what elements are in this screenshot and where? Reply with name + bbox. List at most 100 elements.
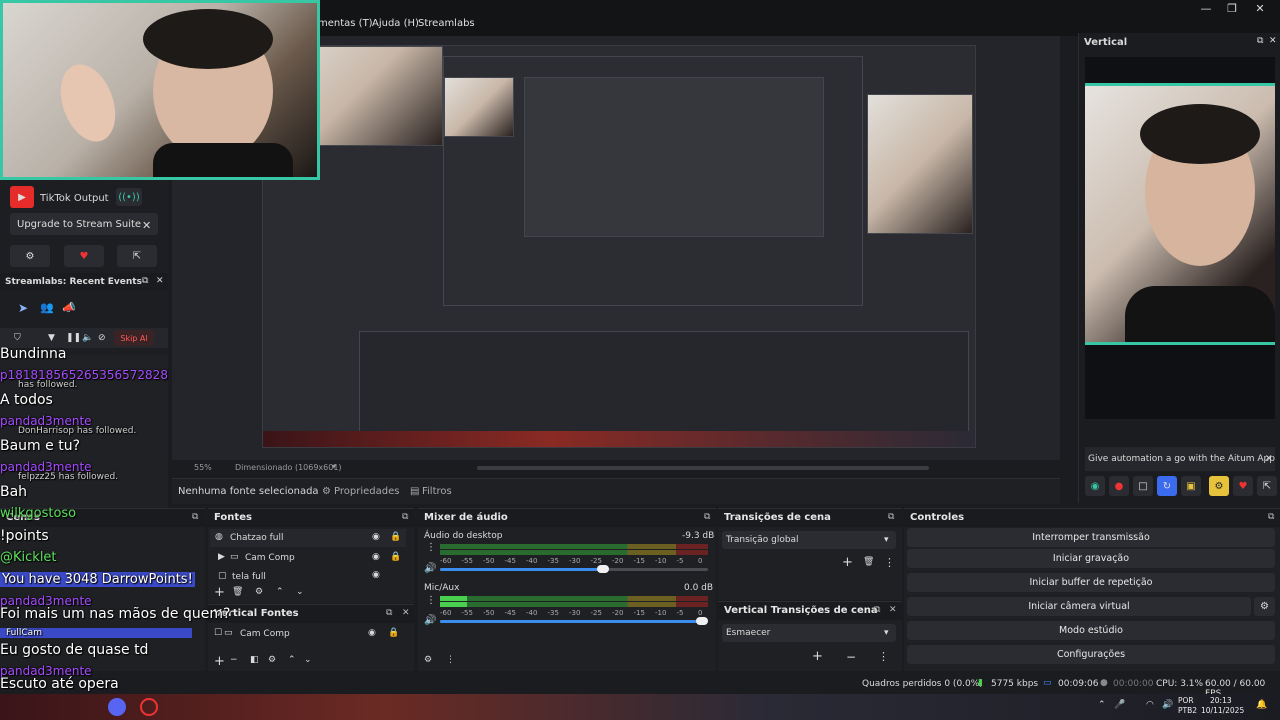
tray-arrow-icon[interactable]: ⌃ <box>1098 700 1106 710</box>
close-icon[interactable]: ✕ <box>1269 36 1277 46</box>
remove-icon[interactable]: − <box>230 655 238 665</box>
float-icon[interactable]: ⧉ <box>704 512 710 522</box>
add-icon[interactable]: + <box>214 654 225 669</box>
stop-icon[interactable]: □ <box>1133 476 1153 496</box>
add-icon[interactable]: + <box>812 649 823 664</box>
popout-icon[interactable]: ⇱ <box>1257 476 1277 496</box>
filters-button[interactable]: Filtros <box>422 486 452 497</box>
kebab-icon[interactable]: ⋮ <box>884 556 895 569</box>
up-icon[interactable]: ⌃ <box>288 655 296 665</box>
kebab-icon[interactable]: ⋮ <box>426 595 436 606</box>
trash-icon[interactable]: 🗑 <box>232 587 243 597</box>
float-icon[interactable]: ⧉ <box>1257 36 1263 46</box>
scaled-label[interactable]: Dimensionado (1069x601) <box>235 463 342 472</box>
gear-icon[interactable]: ⚙ <box>1254 597 1275 616</box>
lock-icon[interactable]: 🔒 <box>388 628 399 638</box>
wifi-icon[interactable]: ◠ <box>1146 700 1154 710</box>
settings-icon[interactable]: ⚙ <box>10 245 50 267</box>
horizontal-scrollbar[interactable] <box>477 466 929 470</box>
close-icon[interactable]: ✕ <box>402 608 410 618</box>
close-dock-icon[interactable]: ✕ <box>156 276 164 286</box>
record-icon[interactable]: ● <box>1109 476 1129 496</box>
clock-date[interactable]: 10/11/2025 <box>1201 706 1244 715</box>
source-row[interactable]: ☐ ▭ Cam Comp ◉ 🔒 <box>210 625 406 643</box>
mixer-settings-icon[interactable]: ⚙ <box>424 655 432 665</box>
notification-icon[interactable]: 🔔 <box>1256 700 1267 710</box>
float-icon[interactable]: ⧉ <box>888 512 894 522</box>
start-replay-buffer-button[interactable]: Iniciar buffer de repetição <box>907 573 1275 592</box>
megaphone-icon[interactable]: 📣 <box>62 301 76 314</box>
broadcast-icon[interactable]: ((•)) <box>116 188 142 206</box>
popout-icon[interactable]: ⇱ <box>117 245 157 267</box>
gear-icon[interactable]: ⚙ <box>1209 476 1229 496</box>
menu-tools[interactable]: mentas (T) <box>318 18 373 29</box>
source-row[interactable]: ▶ ▭ Cam Comp ◉ 🔒 <box>210 549 406 567</box>
layout-label[interactable]: PTB2 <box>1178 706 1197 715</box>
vertical-transition-select[interactable]: Esmaecer ▾ <box>722 624 896 642</box>
mic-icon[interactable]: 🎤 <box>1114 700 1125 710</box>
float-icon[interactable]: ⧉ <box>386 608 392 618</box>
lang-label[interactable]: POR <box>1178 696 1194 705</box>
speaker-icon[interactable]: 🔊 <box>424 615 436 626</box>
down-icon[interactable]: ⌄ <box>304 655 312 665</box>
start-recording-button[interactable]: Iniciar gravação <box>907 549 1275 568</box>
close-button[interactable]: ✕ <box>1250 2 1270 15</box>
chevron-down-icon[interactable]: ▾ <box>332 462 336 471</box>
lock-icon[interactable]: 🔒 <box>390 552 401 562</box>
restore-button[interactable]: ❐ <box>1222 2 1242 15</box>
clock-time[interactable]: 20:13 <box>1210 696 1232 705</box>
volume-knob[interactable] <box>596 565 609 573</box>
checkbox[interactable]: ☐ <box>214 628 222 638</box>
heart-icon[interactable]: ♥ <box>1233 476 1253 496</box>
close-icon[interactable]: ✕ <box>142 219 151 232</box>
automation-text[interactable]: Give automation a go with the Aitum App <box>1088 454 1275 464</box>
kebab-icon[interactable]: ⋮ <box>446 655 455 665</box>
expand-icon[interactable]: ▶ <box>218 552 225 562</box>
kebab-icon[interactable]: ⋮ <box>426 542 436 553</box>
start-virtual-camera-button[interactable]: Iniciar câmera virtual <box>907 597 1251 616</box>
kebab-icon[interactable]: ⋮ <box>878 650 889 663</box>
camera-icon[interactable]: ▣ <box>1181 476 1201 496</box>
add-icon[interactable]: + <box>842 555 853 570</box>
up-icon[interactable]: ⌃ <box>276 587 284 597</box>
send-icon[interactable]: ➤ <box>18 301 28 315</box>
source-row[interactable]: ◍ Chatzao full ◉ 🔒 <box>210 529 406 547</box>
settings-button[interactable]: Configurações <box>907 645 1275 664</box>
eye-icon[interactable]: ◉ <box>372 532 380 542</box>
remove-icon[interactable]: − <box>846 650 856 664</box>
lock-icon[interactable]: 🔒 <box>390 532 401 542</box>
source-row[interactable]: ▢ tela full ◉ <box>210 569 406 581</box>
volume-slider[interactable] <box>440 617 708 625</box>
gear-icon[interactable]: ⚙ <box>268 655 276 665</box>
eye-icon[interactable]: ◉ <box>368 628 376 638</box>
eye-icon[interactable]: ◉ <box>372 570 380 580</box>
volume-icon[interactable]: 🔊 <box>1162 700 1173 710</box>
float-icon[interactable]: ⧉ <box>874 605 880 615</box>
menu-help[interactable]: Ajuda (H) <box>372 18 419 29</box>
float-icon[interactable]: ⧉ <box>142 276 148 286</box>
stop-stream-button[interactable]: Interromper transmissão <box>907 528 1275 547</box>
down-icon[interactable]: ⌄ <box>296 587 304 597</box>
broadcast-icon[interactable]: ◉ <box>1085 476 1105 496</box>
add-icon[interactable]: + <box>214 585 225 600</box>
volume-knob[interactable] <box>696 617 708 625</box>
people-icon[interactable]: 👥 <box>40 301 54 314</box>
float-icon[interactable]: ⧉ <box>1268 512 1274 522</box>
upgrade-button[interactable]: Upgrade to Stream Suite <box>10 213 158 235</box>
gear-icon[interactable]: ⚙ <box>255 587 263 597</box>
speaker-icon[interactable]: 🔊 <box>424 563 436 574</box>
filter-icon[interactable]: ◧ <box>250 655 259 665</box>
menu-streamlabs[interactable]: Streamlabs <box>418 18 475 29</box>
eye-icon[interactable]: ◉ <box>372 552 380 562</box>
heart-icon[interactable]: ♥ <box>64 245 104 267</box>
minimize-button[interactable]: — <box>1196 2 1216 15</box>
float-icon[interactable]: ⧉ <box>402 512 408 522</box>
close-icon[interactable]: ✕ <box>889 605 897 615</box>
studio-mode-button[interactable]: Modo estúdio <box>907 621 1275 640</box>
trash-icon[interactable]: 🗑 <box>863 557 874 567</box>
transition-select[interactable]: Transição global ▾ <box>722 531 896 549</box>
volume-slider[interactable] <box>440 565 708 573</box>
properties-button[interactable]: Propriedades <box>334 486 399 497</box>
replay-icon[interactable]: ↻ <box>1157 476 1177 496</box>
close-icon[interactable]: ✕ <box>1265 454 1273 464</box>
